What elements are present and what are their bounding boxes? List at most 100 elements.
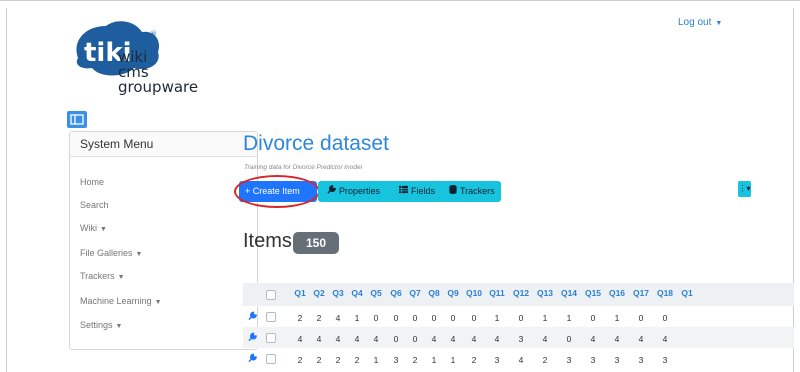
sidebar-item-wiki[interactable]: Wiki ▼ xyxy=(80,223,107,233)
column-header[interactable]: Q9 xyxy=(444,288,462,298)
sidebar-toggle-icon[interactable] xyxy=(67,111,87,128)
properties-button[interactable]: Properties xyxy=(327,181,380,202)
table-cell: 0 xyxy=(412,334,418,344)
sidebar-item-label: File Galleries xyxy=(80,248,133,258)
page-title: Divorce dataset xyxy=(243,132,389,155)
logo-line-groupware: groupware xyxy=(118,78,199,96)
table-cell: 4 xyxy=(542,334,548,344)
trackers-label: Trackers xyxy=(460,186,495,196)
column-header[interactable]: Q15 xyxy=(584,288,602,298)
system-menu-title: System Menu xyxy=(70,132,257,157)
table-cell: 4 xyxy=(335,334,341,344)
column-header[interactable]: Q11 xyxy=(488,288,506,298)
sidebar-item-home[interactable]: Home xyxy=(80,177,104,187)
sidebar-item-file-galleries[interactable]: File Galleries ▼ xyxy=(80,248,142,258)
items-heading: Items xyxy=(243,230,292,252)
fields-label: Fields xyxy=(411,186,436,196)
table-cell: 1 xyxy=(354,313,360,323)
sidebar-item-machine-learning[interactable]: Machine Learning ▼ xyxy=(80,296,162,306)
table-cell: 3 xyxy=(494,355,500,365)
sidebar-item-settings[interactable]: Settings ▼ xyxy=(80,320,122,330)
column-header[interactable]: Q17 xyxy=(632,288,650,298)
row-checkbox[interactable] xyxy=(266,354,276,364)
sidebar-item-label: Wiki xyxy=(80,223,97,233)
sidebar-item-label: Search xyxy=(80,200,109,210)
table-cell: 4 xyxy=(494,334,500,344)
table-cell: 2 xyxy=(297,313,303,323)
table-cell: 1 xyxy=(373,355,379,365)
column-header[interactable]: Q3 xyxy=(329,288,347,298)
list-icon xyxy=(399,181,408,202)
sidebar-item-label: Machine Learning xyxy=(80,296,152,306)
sidebar-item-search[interactable]: Search xyxy=(80,200,109,210)
table-cell: 1 xyxy=(614,313,620,323)
table-row: 2 2 4 1 0 0 0 0 0 0 1 0 1 1 0 1 0 0 xyxy=(243,306,794,327)
table-cell: 1 xyxy=(566,313,572,323)
table-cell: 0 xyxy=(662,313,668,323)
column-header[interactable]: Q18 xyxy=(656,288,674,298)
table-cell: 0 xyxy=(393,313,399,323)
tracker-actions-group: Properties Fields Trackers xyxy=(318,181,501,202)
wrench-icon[interactable] xyxy=(248,332,257,342)
logout-dropdown[interactable]: Log out ▼ xyxy=(678,17,722,28)
table-cell: 0 xyxy=(566,334,572,344)
wrench-icon[interactable] xyxy=(248,353,257,363)
table-cell: 2 xyxy=(354,355,360,365)
column-header[interactable]: Q5 xyxy=(367,288,385,298)
column-header[interactable]: Q1 xyxy=(291,288,309,298)
sidebar-item-label: Trackers xyxy=(80,271,115,281)
table-cell: 0 xyxy=(638,313,644,323)
column-header[interactable]: Q8 xyxy=(425,288,443,298)
table-cell: 1 xyxy=(431,355,437,365)
table-cell: 2 xyxy=(471,355,477,365)
caret-down-icon: ▼ xyxy=(135,251,143,258)
table-cell: 4 xyxy=(614,334,620,344)
system-menu: System Menu Home Search Wiki ▼ File Galle… xyxy=(69,131,258,350)
database-icon xyxy=(449,181,457,202)
trackers-button[interactable]: Trackers xyxy=(449,181,495,202)
row-checkbox[interactable] xyxy=(266,312,276,322)
table-cell: 1 xyxy=(494,313,500,323)
properties-label: Properties xyxy=(339,186,381,196)
table-cell: 2 xyxy=(316,355,322,365)
column-header[interactable]: Q6 xyxy=(387,288,405,298)
table-cell: 0 xyxy=(450,313,456,323)
window-left-border xyxy=(6,8,7,372)
column-header[interactable]: Q14 xyxy=(560,288,578,298)
table-cell: 0 xyxy=(373,313,379,323)
select-all-checkbox[interactable] xyxy=(266,290,276,300)
annotation-circle xyxy=(234,175,320,208)
column-header[interactable]: Q7 xyxy=(406,288,424,298)
more-vertical-icon: ⋮▾ xyxy=(738,184,751,193)
column-header[interactable]: Q10 xyxy=(465,288,483,298)
more-actions-button[interactable]: ⋮▾ xyxy=(738,181,751,197)
table-cell: 0 xyxy=(518,313,524,323)
logout-label: Log out xyxy=(678,17,712,28)
table-cell: 0 xyxy=(590,313,596,323)
table-cell: 0 xyxy=(393,334,399,344)
table-cell: 2 xyxy=(316,313,322,323)
svg-text:®: ® xyxy=(150,30,157,38)
column-header[interactable]: Q16 xyxy=(608,288,626,298)
logo-wordmark: wiki cms groupware xyxy=(118,50,198,95)
table-cell: 4 xyxy=(373,334,379,344)
column-header[interactable]: Q13 xyxy=(536,288,554,298)
sidebar-item-label: Home xyxy=(80,177,105,187)
table-cell: 3 xyxy=(614,355,620,365)
table-cell: 0 xyxy=(471,313,477,323)
wrench-icon[interactable] xyxy=(248,311,257,321)
table-cell: 2 xyxy=(297,355,303,365)
column-header[interactable]: Q2 xyxy=(310,288,328,298)
caret-down-icon: ▼ xyxy=(117,274,125,281)
column-header[interactable]: Q12 xyxy=(512,288,530,298)
table-cell: 0 xyxy=(431,313,437,323)
column-header[interactable]: Q1 xyxy=(678,288,696,298)
table-cell: 2 xyxy=(412,355,418,365)
row-checkbox[interactable] xyxy=(266,333,276,343)
column-header[interactable]: Q4 xyxy=(348,288,366,298)
sidebar-toggle-glyph xyxy=(70,114,84,125)
fields-button[interactable]: Fields xyxy=(399,181,435,202)
sidebar-item-trackers[interactable]: Trackers ▼ xyxy=(80,271,125,281)
sidebar-item-label: Settings xyxy=(80,320,113,330)
caret-down-icon: ▼ xyxy=(115,323,123,330)
